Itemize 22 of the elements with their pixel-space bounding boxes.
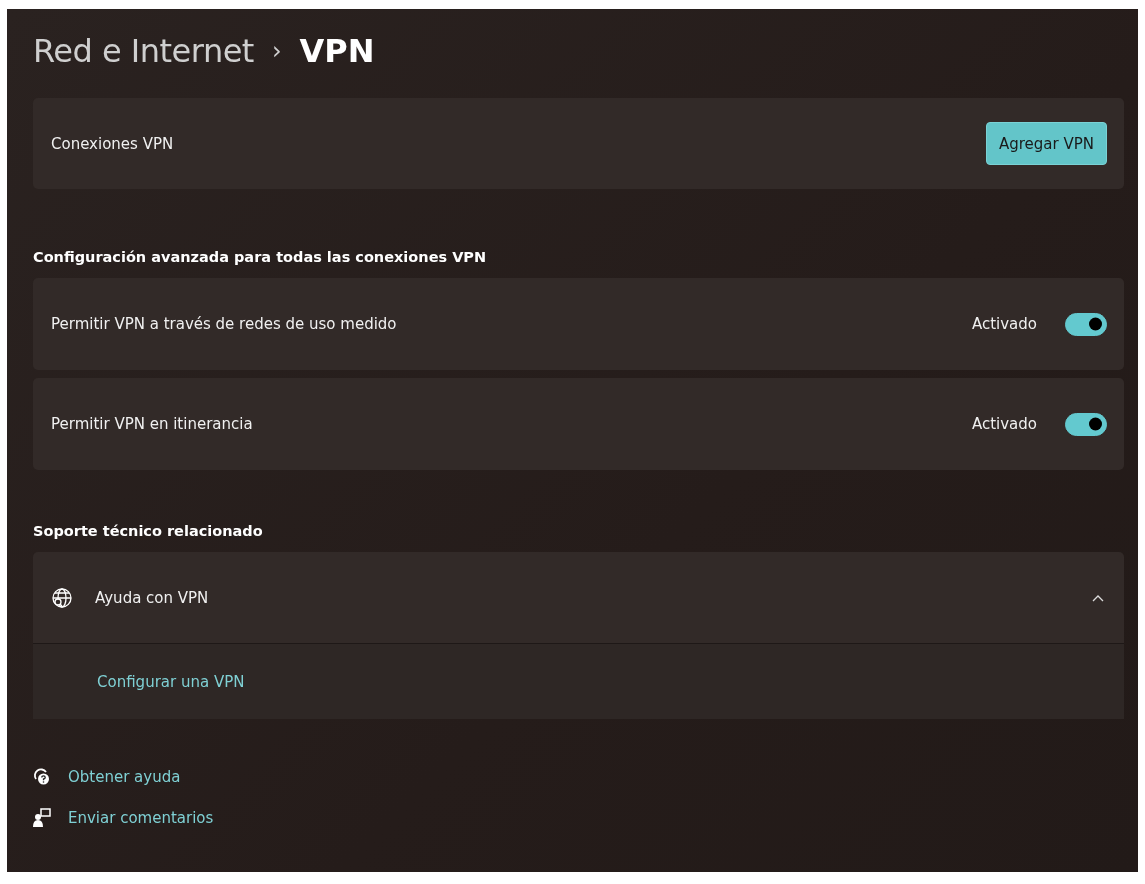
page-title: VPN: [299, 32, 375, 70]
toggle-switch[interactable]: [1065, 312, 1107, 336]
expander-title: Ayuda con VPN: [95, 588, 210, 607]
chevron-up-icon: [1092, 593, 1104, 602]
setting-label: Conexiones VPN: [51, 134, 175, 153]
toggle-switch[interactable]: [1065, 412, 1107, 436]
globe-search-icon: [51, 586, 73, 609]
section-heading: Soporte técnico relacionado: [33, 523, 264, 539]
setting-label: Permitir VPN a través de redes de uso medido: [51, 315, 398, 333]
section-heading: Configuración avanzada para todas las conexiones VPN: [33, 249, 488, 265]
help-icon: [33, 768, 51, 786]
feedback-link[interactable]: Enviar comentarios: [68, 809, 214, 827]
expander-header[interactable]: Ayuda con VPN: [33, 552, 1124, 643]
feedback-icon: [33, 808, 51, 828]
breadcrumb-separator: ›: [271, 37, 282, 65]
breadcrumb-parent[interactable]: Red e Internet: [33, 32, 254, 70]
get-help-link[interactable]: Obtener ayuda: [68, 768, 181, 786]
setup-vpn-link[interactable]: Configurar una VPN: [97, 672, 245, 691]
toggle-state: Activado: [971, 315, 1037, 333]
setting-label: Permitir VPN en itinerancia: [51, 415, 254, 433]
toggle-state: Activado: [971, 415, 1037, 433]
add-vpn-button[interactable]: Agregar VPN: [985, 122, 1107, 165]
